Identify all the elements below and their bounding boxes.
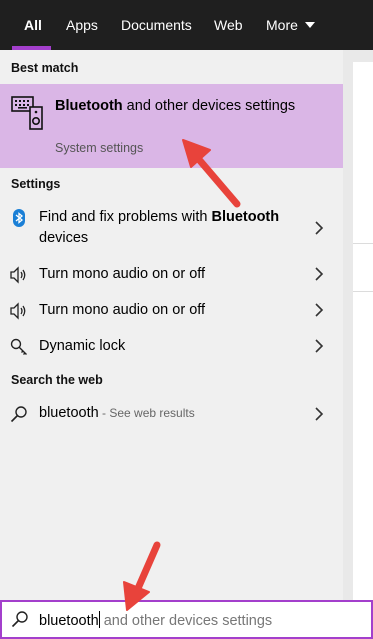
bluetooth-icon <box>13 209 25 227</box>
chevron-right-icon[interactable] <box>314 407 324 421</box>
section-heading-best-match: Best match <box>11 61 79 75</box>
search-autocomplete-suggestion: and other devices settings <box>99 613 273 629</box>
web-result-label: bluetooth - See web results <box>39 405 195 421</box>
key-icon <box>10 338 27 355</box>
settings-item-label: Find and fix problems with Bluetooth dev… <box>39 209 280 246</box>
search-input[interactable]: bluetooth and other devices settings <box>39 611 272 629</box>
chevron-right-icon[interactable] <box>314 267 324 281</box>
speaker-icon <box>10 266 26 284</box>
best-match-subtitle: System settings <box>55 141 144 155</box>
tab-more-label: More <box>266 17 298 33</box>
preview-pane-content <box>353 62 373 600</box>
search-typed-text: bluetooth <box>39 613 99 629</box>
caret-down-icon <box>304 22 315 28</box>
speaker-icon <box>10 302 26 320</box>
search-icon <box>10 406 27 423</box>
chevron-right-icon[interactable] <box>314 339 324 353</box>
best-match-title: Bluetooth and other devices settings <box>55 98 296 114</box>
devices-settings-icon <box>11 96 43 130</box>
settings-item-label: Turn mono audio on or off <box>39 302 206 318</box>
tab-all[interactable]: All <box>24 0 42 50</box>
chevron-right-icon[interactable] <box>314 221 324 235</box>
chevron-right-icon[interactable] <box>314 303 324 317</box>
tab-web[interactable]: Web <box>214 0 243 50</box>
preview-divider <box>353 243 373 244</box>
tab-documents[interactable]: Documents <box>121 0 192 50</box>
settings-item-label: Dynamic lock <box>39 338 126 354</box>
section-heading-search-web: Search the web <box>11 373 103 387</box>
preview-divider <box>353 291 373 292</box>
search-filter-bar: All Apps Documents Web More <box>0 0 373 50</box>
tab-more[interactable]: More <box>266 0 315 50</box>
search-icon <box>11 611 28 628</box>
settings-item-label: Turn mono audio on or off <box>39 266 206 282</box>
tab-apps[interactable]: Apps <box>66 0 98 50</box>
section-heading-settings: Settings <box>11 177 61 191</box>
